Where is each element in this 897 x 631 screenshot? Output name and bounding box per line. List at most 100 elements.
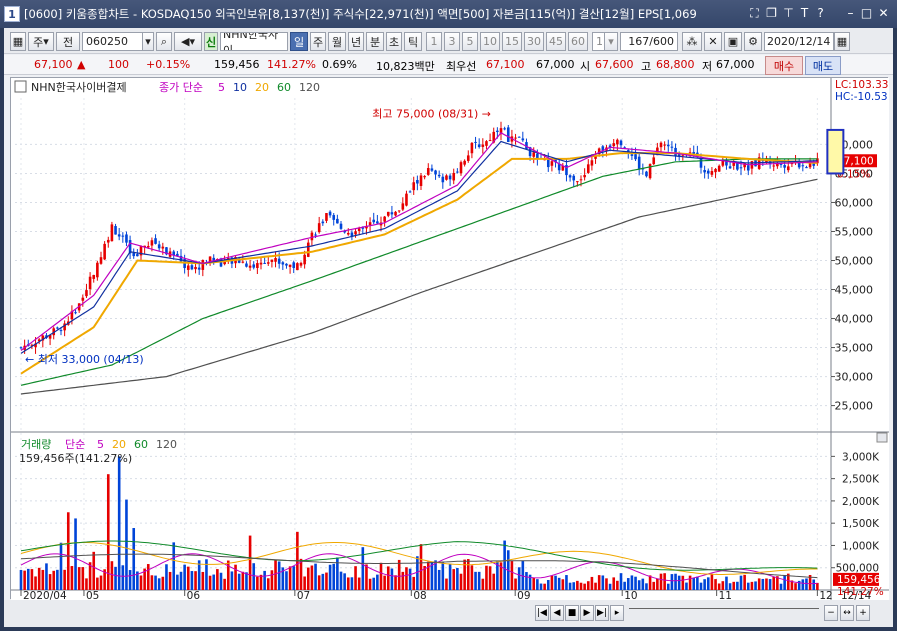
maximize-icon[interactable]: □ [859,5,874,21]
date-input[interactable]: 2020/12/14 [764,32,834,51]
chart-svg[interactable]: 25,000 30,000 35,000 40,000 45,000 50,000 55,0… [11,78,889,602]
tab-minute[interactable]: 분 [366,32,384,51]
candle-body [114,226,117,235]
tab-second[interactable]: 초 [386,32,402,51]
volume-bar [194,571,197,590]
price-change: 100 [108,58,129,71]
candle-body [434,170,437,175]
nav-first-icon[interactable]: |◀ [535,605,549,621]
candle-body [408,191,412,193]
volume-bar [292,566,296,590]
zoom-reset-icon[interactable]: ↔ [840,605,854,621]
nav-next-icon[interactable]: ▶ [580,605,594,621]
volume-bar [346,577,350,590]
font-icon[interactable]: T [797,5,812,21]
tab-week[interactable]: 주 [310,32,326,51]
volume-bar [165,564,168,590]
minute-5[interactable]: 5 [462,32,478,51]
candle-body [728,166,732,169]
minute-45[interactable]: 45 [546,32,566,51]
volume-bar [256,576,259,590]
volume-bar [539,583,543,590]
candle-body [339,223,343,229]
volume-bar [492,573,496,590]
tab-year[interactable]: 년 [348,32,364,51]
prev-button[interactable]: 전 [56,32,80,51]
zoom-out-icon[interactable]: − [824,605,838,621]
candle-body [190,265,194,270]
candle-body [146,246,150,248]
calendar-icon[interactable]: ▦ [834,32,850,51]
volume-bar [481,578,485,590]
candle-body [572,175,576,181]
volume-bar [408,568,412,590]
minimize-icon[interactable]: – [843,5,858,21]
copy-icon[interactable]: ❐ [764,5,779,21]
zoom-slider[interactable] [629,608,819,618]
sell-button[interactable]: 매도 [805,56,841,75]
candle-body [274,258,277,262]
volume-bar [70,566,74,590]
nav-stop-icon[interactable]: ■ [565,605,579,621]
nav-last-icon[interactable]: ▶| [595,605,609,621]
close-icon[interactable]: ✕ [876,5,891,21]
candle-body [328,211,332,216]
tab-month[interactable]: 월 [328,32,346,51]
search-icon[interactable]: ⌕ [156,32,172,51]
candle-body [503,128,506,130]
volume-bar [317,575,321,590]
price-legend-prefix: 종가 단순 [159,81,203,94]
candle-body [470,142,474,154]
code-dropdown-icon[interactable]: ▾ [142,32,154,51]
volume-bar [74,518,77,590]
volume-bar [710,573,714,590]
pin-icon[interactable]: ⊤ [781,5,796,21]
interval-value: 1 [596,35,603,48]
buy-button[interactable]: 매수 [765,56,803,75]
candle-body [786,166,790,171]
minute-10[interactable]: 10 [480,32,500,51]
layout-icon[interactable]: ▦ [10,32,26,51]
candle-body [659,142,663,148]
nav-more-icon[interactable]: ▸ [610,605,624,621]
volume-bar [419,544,423,590]
nav-prev-icon[interactable]: ◀ [550,605,564,621]
link-icon[interactable]: ⛶ [747,5,762,21]
volume-bar [812,579,816,590]
volume-bar [183,564,186,590]
indicator-icon[interactable]: ⁂ [682,32,702,51]
volume-bar [794,583,797,590]
candle-body [150,240,154,246]
volume-bar [801,579,805,590]
candle-body [714,169,717,173]
minute-3[interactable]: 3 [444,32,460,51]
minute-15[interactable]: 15 [502,32,522,51]
minute-30[interactable]: 30 [524,32,544,51]
tool-icon[interactable]: ✕ [704,32,722,51]
volume-bar [154,575,157,590]
chart-area[interactable]: 25,000 30,000 35,000 40,000 45,000 50,000 55,0… [10,77,889,602]
candle-body [612,143,616,147]
zoom-in-icon[interactable]: + [856,605,870,621]
help-icon[interactable]: ? [813,5,828,21]
candle-body [783,165,786,168]
period-type-select[interactable]: 주 ▾ [28,32,54,51]
minute-1[interactable]: 1 [426,32,442,51]
count-field[interactable]: 167/600 [620,32,678,51]
volume-panel-expand-icon [876,432,888,443]
volume-bar [26,568,30,590]
tab-day[interactable]: 일 [290,32,308,51]
volume-bar [623,581,626,590]
volume-bar [285,571,288,590]
tab-tick[interactable]: 틱 [404,32,422,51]
volume-tick-label: 1,500K [842,518,880,530]
interval-dropdown-icon[interactable]: ▾ [604,32,618,51]
volume-bar [48,574,52,590]
save-icon[interactable]: ▣ [724,32,742,51]
candle-body [430,168,434,171]
candle-body [292,262,296,268]
candle-body [736,162,739,170]
minute-60[interactable]: 60 [568,32,588,51]
settings-gear-icon[interactable]: ⚙ [744,32,762,51]
volume-icon[interactable]: ◀▾ [174,32,202,51]
